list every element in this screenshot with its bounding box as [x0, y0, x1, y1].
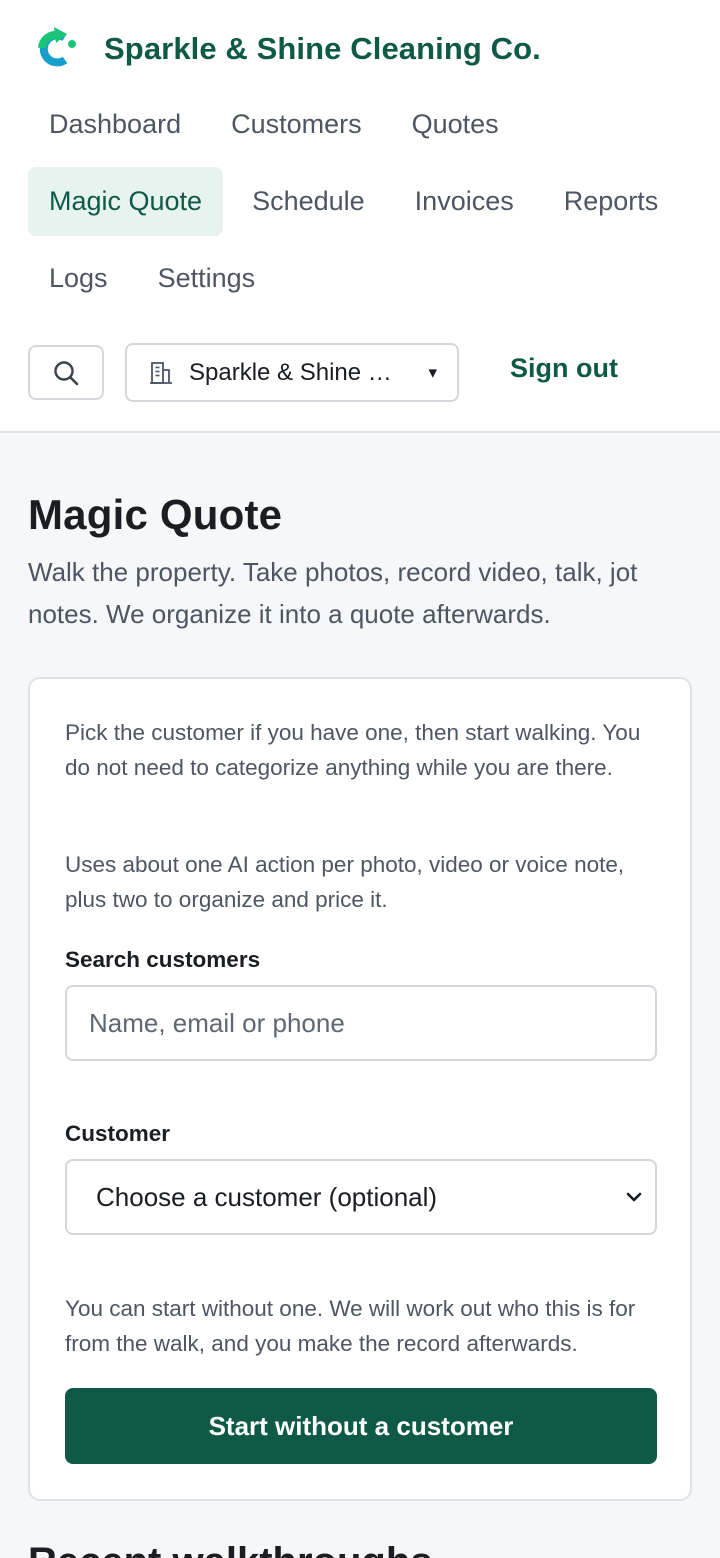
search-icon	[54, 360, 79, 385]
organization-select[interactable]: Sparkle & Shine … ▾	[125, 343, 459, 402]
usage-text: Uses about one AI action per photo, vide…	[65, 852, 625, 912]
search-button[interactable]	[28, 345, 104, 400]
nav-row: Logs Settings	[28, 244, 708, 313]
nav-item-reports[interactable]: Reports	[543, 167, 680, 236]
nav-item-invoices[interactable]: Invoices	[394, 167, 535, 236]
app-header: Sparkle & Shine Cleaning Co. Dashboard C…	[0, 0, 720, 433]
page-subtitle: Walk the property. Take photos, record v…	[28, 557, 638, 629]
customer-search-input[interactable]: Name, email or phone	[65, 985, 657, 1061]
building-icon	[150, 361, 172, 384]
nav-item-settings[interactable]: Settings	[137, 244, 277, 313]
nav-item-magic-quote[interactable]: Magic Quote	[28, 167, 224, 236]
start-without-customer-button[interactable]: Start without a customer	[65, 1388, 657, 1464]
nav-row: Magic Quote Schedule Invoices Reports	[28, 167, 708, 236]
magic-quote-card: Pick the customer if you have one, then …	[28, 677, 692, 1501]
page-title: Magic Quote	[28, 491, 283, 538]
nav-item-dashboard[interactable]: Dashboard	[28, 90, 202, 159]
nav-item-quotes[interactable]: Quotes	[391, 90, 520, 159]
caret-down-icon: ▾	[428, 362, 437, 382]
customer-hint: You can start without one. We will work …	[65, 1296, 636, 1356]
main-nav: Dashboard Customers Quotes Magic Quote S…	[28, 90, 708, 321]
chevron-down-icon	[626, 1192, 642, 1202]
search-customers-label: Search customers	[65, 947, 261, 972]
nav-item-customers[interactable]: Customers	[210, 90, 383, 159]
organization-name: Sparkle & Shine …	[189, 358, 392, 386]
sign-out-link[interactable]: Sign out	[510, 353, 618, 384]
header-tools: Sparkle & Shine … ▾ Sign out	[28, 343, 708, 402]
intro-text: Pick the customer if you have one, then …	[65, 720, 641, 780]
nav-item-logs[interactable]: Logs	[28, 244, 129, 313]
section-heading: Recent walkthroughs	[28, 1540, 433, 1558]
customer-label: Customer	[65, 1121, 171, 1146]
brand[interactable]: Sparkle & Shine Cleaning Co.	[34, 26, 541, 72]
customer-select-value: Choose a customer (optional)	[96, 1181, 438, 1212]
nav-row: Dashboard Customers Quotes	[28, 90, 708, 159]
customer-select[interactable]: Choose a customer (optional)	[65, 1159, 657, 1235]
nav-item-schedule[interactable]: Schedule	[231, 167, 386, 236]
logo-icon	[38, 27, 76, 67]
search-placeholder: Name, email or phone	[89, 1007, 345, 1038]
app-name: Sparkle & Shine Cleaning Co.	[104, 31, 541, 66]
